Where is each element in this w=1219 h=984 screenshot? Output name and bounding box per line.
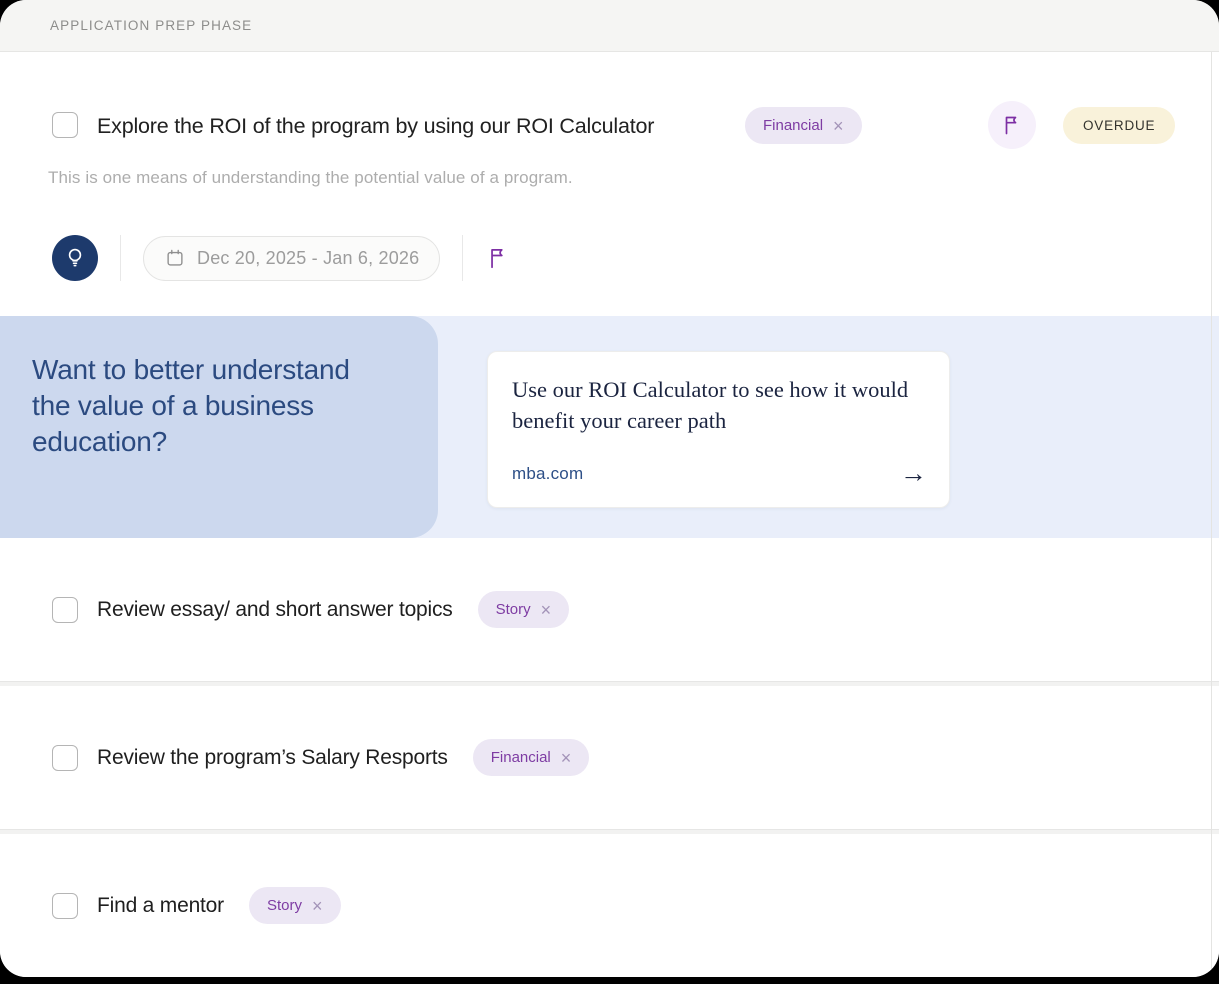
tag-label: Financial — [491, 749, 551, 766]
promo-card-footer: mba.com → — [512, 460, 927, 487]
task-row: Review the program’s Salary Resports Fin… — [0, 686, 1219, 829]
tag-story[interactable]: Story × — [249, 887, 341, 924]
flag-button[interactable] — [988, 101, 1036, 149]
promo-link[interactable]: mba.com — [512, 464, 583, 484]
task-row: Find a mentor Story × — [0, 834, 1219, 977]
lightbulb-icon — [62, 245, 88, 271]
task-checkbox[interactable] — [52, 893, 78, 919]
promo-heading: Want to better understand the value of a… — [32, 352, 394, 460]
tag-story[interactable]: Story × — [478, 591, 570, 628]
calendar-icon — [164, 247, 186, 269]
task-title: Find a mentor — [97, 894, 224, 918]
date-range-chip[interactable]: Dec 20, 2025 - Jan 6, 2026 — [143, 236, 440, 281]
task-checkbox[interactable] — [52, 745, 78, 771]
featured-task-section: Explore the ROI of the program by using … — [0, 52, 1219, 316]
task-row: Review essay/ and short answer topics St… — [0, 538, 1219, 681]
tag-label: Story — [496, 601, 531, 618]
tag-financial[interactable]: Financial × — [745, 107, 862, 144]
application-prep-panel: APPLICATION PREP PHASE Explore the ROI o… — [0, 0, 1219, 977]
close-icon[interactable]: × — [561, 749, 572, 767]
status-badge: OVERDUE — [1063, 107, 1175, 144]
promo-card[interactable]: Use our ROI Calculator to see how it wou… — [487, 351, 950, 508]
task-title: Review essay/ and short answer topics — [97, 598, 453, 622]
tag-label: Financial — [763, 117, 823, 134]
promo-card-text: Use our ROI Calculator to see how it wou… — [512, 374, 925, 436]
tag-financial[interactable]: Financial × — [473, 739, 590, 776]
vertical-divider — [462, 235, 463, 281]
promo-left-panel: Want to better understand the value of a… — [0, 316, 438, 538]
task-title: Explore the ROI of the program by using … — [97, 110, 654, 142]
scroll-edge-divider — [1211, 52, 1212, 977]
phase-title: APPLICATION PREP PHASE — [50, 18, 252, 33]
arrow-right-icon[interactable]: → — [900, 460, 927, 487]
close-icon[interactable]: × — [833, 117, 844, 135]
task-meta-row: Dec 20, 2025 - Jan 6, 2026 — [52, 235, 511, 281]
flag-icon — [1000, 113, 1024, 137]
tag-label: Story — [267, 897, 302, 914]
task-title: Review the program’s Salary Resports — [97, 746, 448, 770]
close-icon[interactable]: × — [541, 601, 552, 619]
promo-section: Want to better understand the value of a… — [0, 316, 1219, 538]
task-checkbox[interactable] — [52, 597, 78, 623]
hint-button[interactable] — [52, 235, 98, 281]
flag-icon — [485, 245, 511, 271]
flag-toggle-button[interactable] — [485, 245, 511, 271]
phase-header-band: APPLICATION PREP PHASE — [0, 0, 1219, 52]
task-checkbox[interactable] — [52, 112, 78, 138]
vertical-divider — [120, 235, 121, 281]
date-range-label: Dec 20, 2025 - Jan 6, 2026 — [197, 248, 419, 269]
task-description: This is one means of understanding the p… — [48, 168, 573, 188]
close-icon[interactable]: × — [312, 897, 323, 915]
